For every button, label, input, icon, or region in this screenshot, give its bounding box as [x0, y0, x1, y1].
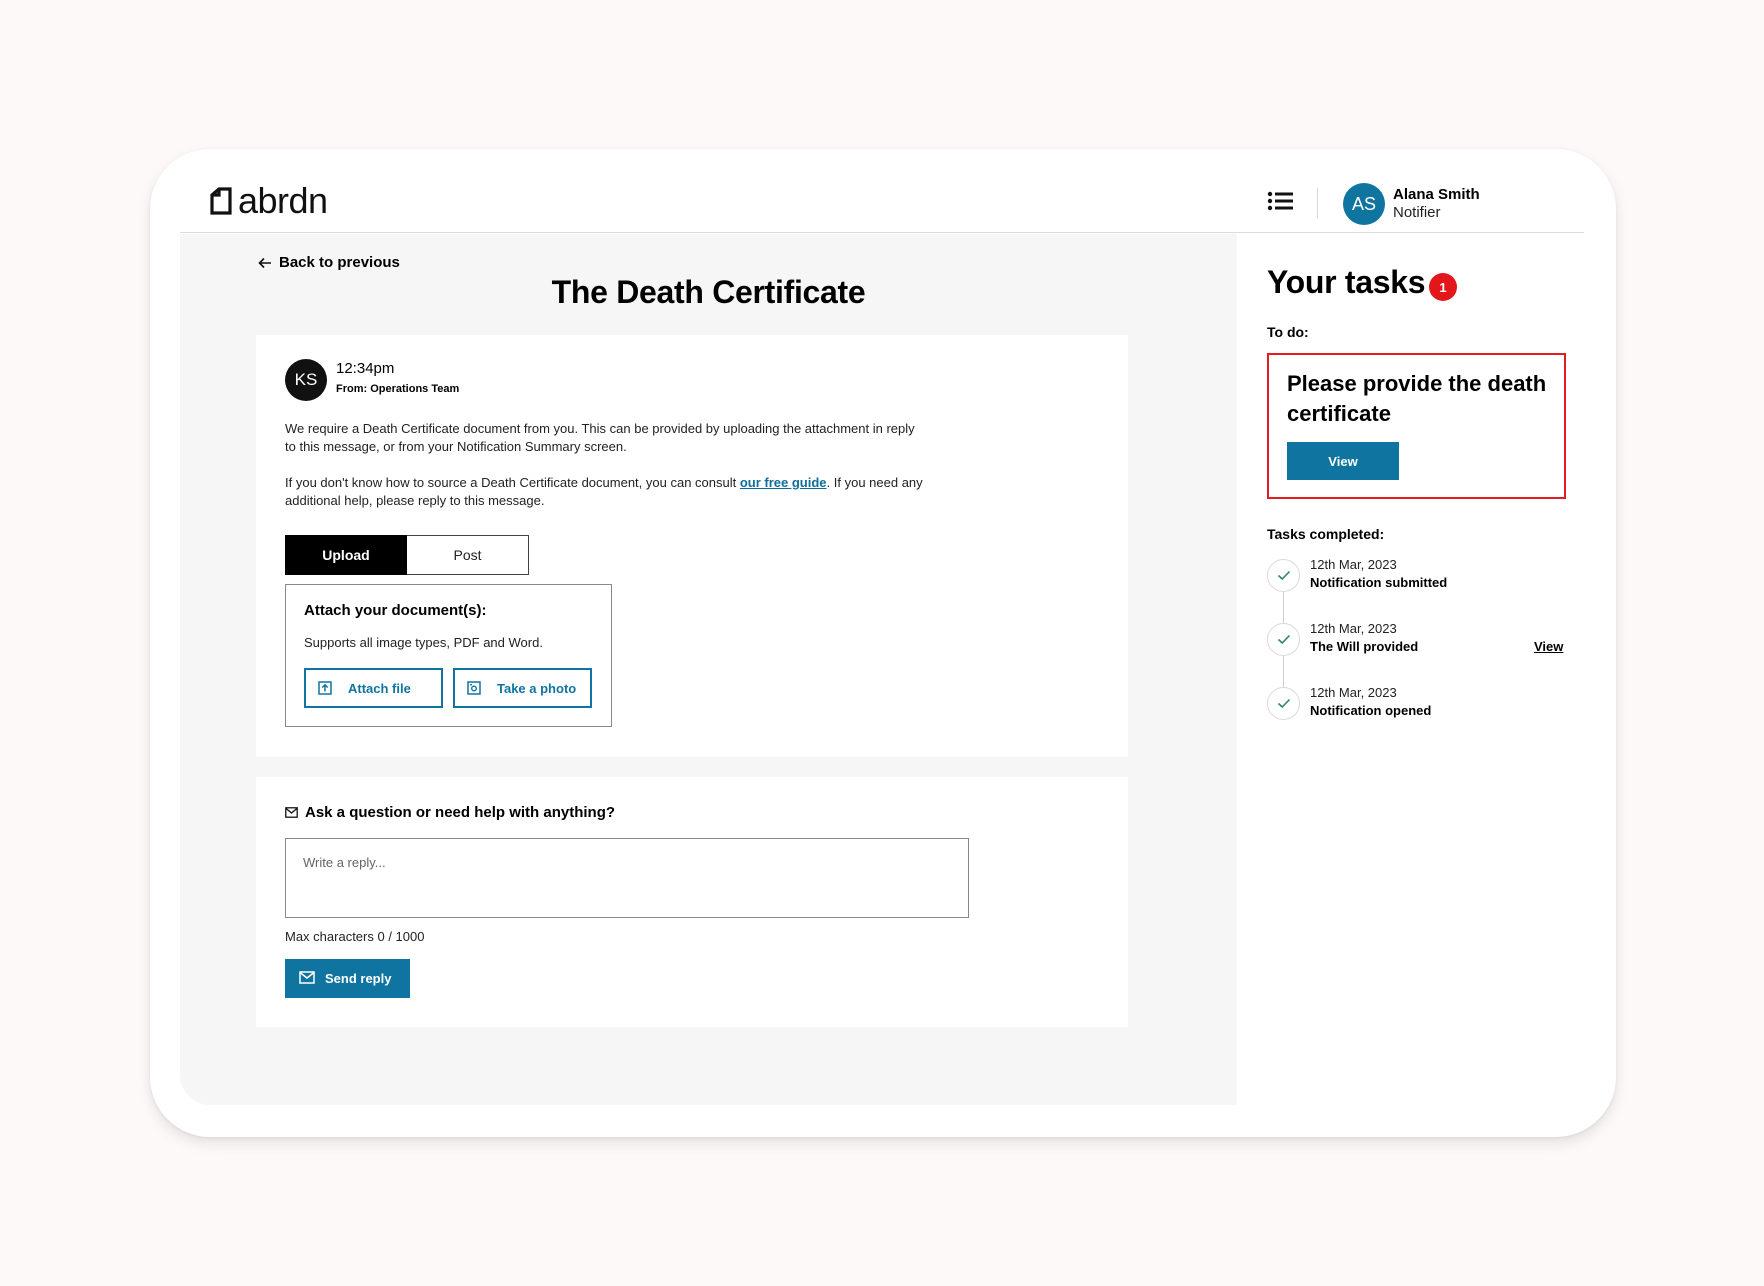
user-name: Alana Smith — [1393, 186, 1480, 203]
tab-upload[interactable]: Upload — [285, 535, 407, 575]
attach-subtitle: Supports all image types, PDF and Word. — [304, 635, 543, 650]
delivery-tabs: Upload Post — [285, 535, 529, 575]
todo-view-button[interactable]: View — [1287, 442, 1399, 480]
completed-label: Tasks completed: — [1267, 526, 1385, 542]
completed-task-name: The Will provided — [1310, 639, 1419, 654]
arrow-left-icon — [258, 257, 271, 268]
menu-list-icon[interactable] — [1266, 186, 1296, 216]
attach-title: Attach your document(s): — [304, 602, 487, 619]
ask-question-row: Ask a question or need help with anythin… — [285, 804, 615, 821]
envelope-icon — [285, 807, 298, 818]
todo-task-card: Please provide the death certificate Vie… — [1267, 353, 1566, 499]
check-icon — [1267, 559, 1300, 592]
will-view-link[interactable]: View — [1534, 639, 1563, 654]
tab-post[interactable]: Post — [407, 535, 529, 575]
reply-input[interactable] — [285, 838, 969, 918]
logo-text: abrdn — [238, 180, 328, 221]
abrdn-logo[interactable]: abrdn — [208, 180, 328, 221]
completed-task-name: Notification submitted — [1310, 575, 1448, 590]
ask-question-text: Ask a question or need help with anythin… — [305, 804, 616, 821]
take-photo-button[interactable]: Take a photo — [453, 668, 592, 708]
back-link[interactable]: Back to previous — [258, 254, 400, 271]
upload-icon — [318, 681, 332, 695]
message-time: 12:34pm — [336, 360, 395, 377]
send-reply-label: Send reply — [325, 971, 392, 986]
take-photo-label: Take a photo — [497, 680, 577, 696]
free-guide-link[interactable]: our free guide — [740, 475, 827, 490]
top-header: abrdn AS Alana Smith Notifier — [180, 170, 1584, 233]
reply-card: Ask a question or need help with anythin… — [256, 777, 1128, 1027]
camera-icon — [467, 681, 481, 695]
attach-file-button[interactable]: Attach file — [304, 668, 443, 708]
page-title: The Death Certificate — [551, 274, 866, 310]
completed-date: 12th Mar, 2023 — [1310, 685, 1397, 700]
check-icon — [1267, 623, 1300, 656]
message-paragraph-2: If you don't know how to source a Death … — [285, 474, 925, 510]
message-from: From: Operations Team — [336, 383, 460, 395]
user-avatar[interactable]: AS — [1343, 183, 1385, 225]
sender-avatar: KS — [285, 359, 327, 401]
completed-task-name: Notification opened — [1310, 703, 1432, 718]
todo-task-text: Please provide the death certificate — [1287, 371, 1547, 426]
main-panel: Back to previous The Death Certificate K… — [180, 234, 1237, 1105]
todo-label: To do: — [1267, 324, 1309, 340]
tasks-count-badge: 1 — [1429, 273, 1457, 301]
completed-date: 12th Mar, 2023 — [1310, 557, 1397, 572]
tasks-title: Your tasks — [1267, 264, 1426, 300]
paragraph-text: If you don't know how to source a Death … — [285, 475, 740, 490]
abrdn-logo-icon — [210, 187, 232, 215]
header-divider — [1317, 188, 1318, 218]
user-role: Notifier — [1393, 204, 1441, 221]
message-paragraph-1: We require a Death Certificate document … — [285, 421, 915, 454]
char-counter: Max characters 0 / 1000 — [285, 929, 425, 944]
attach-file-label: Attach file — [348, 680, 411, 696]
app-screen: abrdn AS Alana Smith Notifier Back to pr… — [180, 170, 1584, 1105]
send-reply-button[interactable]: Send reply — [285, 959, 410, 998]
envelope-icon — [299, 971, 315, 984]
completed-date: 12th Mar, 2023 — [1310, 621, 1397, 636]
message-card: KS 12:34pm From: Operations Team We requ… — [256, 335, 1128, 757]
check-icon — [1267, 687, 1300, 720]
back-label: Back to previous — [279, 254, 400, 271]
attach-panel: Attach your document(s): Supports all im… — [285, 584, 612, 727]
